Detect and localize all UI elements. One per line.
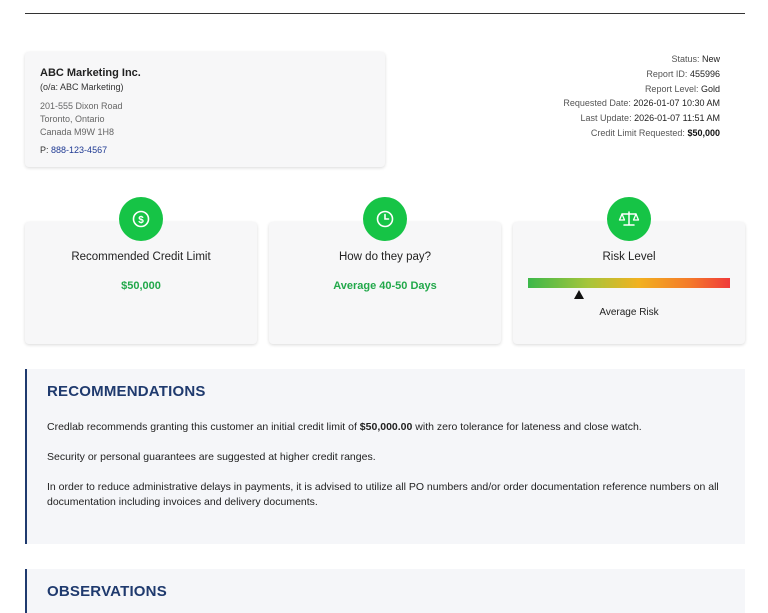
recommendation-paragraph-1: Credlab recommends granting this custome… [47,420,725,435]
scales-icon [607,197,651,241]
recommended-amount: $50,000.00 [359,421,413,433]
svg-text:$: $ [138,215,144,226]
risk-level-card: Risk Level Average Risk [513,197,745,344]
clock-icon [363,197,407,241]
recommendation-paragraph-2: Security or personal guarantees are sugg… [47,451,376,463]
risk-level-label: Average Risk [599,307,659,318]
company-card: ABC Marketing Inc. (o/a: ABC Marketing) … [25,52,385,167]
credit-limit-requested-label: Credit Limit Requested: [590,127,685,138]
address-line-1: 201-555 Dixon Road [40,101,123,111]
credit-limit-requested-value: $50,000 [687,127,720,138]
recommendation-text: Credlab recommends granting this custome… [47,421,360,433]
phone-prefix: P: [40,145,49,155]
credit-limit-requested-row: Credit Limit Requested: $50,000 [563,126,720,141]
payment-value: Average 40-50 Days [333,280,437,292]
company-operating-as: (o/a: ABC Marketing) [40,82,124,92]
address-line-2: Toronto, Ontario [40,114,105,124]
risk-gradient-bar [528,278,730,288]
company-name: ABC Marketing Inc. [40,67,141,79]
requested-date-row: Requested Date: 2026-01-07 10:30 AM [563,96,720,111]
last-update-value: 2026-01-07 11:51 AM [634,113,720,124]
report-id-label: Report ID: [646,68,688,79]
risk-title: Risk Level [602,251,656,263]
recommendation-text: with zero tolerance for lateness and clo… [412,421,642,433]
observations-section: OBSERVATIONS [25,569,745,613]
report-level-value: Gold [700,83,720,94]
status-row: Status: New [563,52,720,67]
phone-row: P: 888-123-4567 [40,145,370,155]
payment-title: How do they pay? [338,251,432,263]
status-value: New [701,54,720,64]
last-update-label: Last Update: [580,113,632,124]
phone-link[interactable]: 888-123-4567 [51,145,107,155]
requested-date-label: Requested Date: [563,98,631,109]
requested-date-value: 2026-01-07 10:30 AM [633,98,720,109]
report-id-value: 455996 [689,68,720,79]
last-update-row: Last Update: 2026-01-07 11:51 AM [563,111,720,126]
risk-marker-icon [573,290,584,299]
observations-heading: OBSERVATIONS [47,583,167,600]
recommendations-section: RECOMMENDATIONS Credlab recommends grant… [25,369,745,544]
report-level-row: Report Level: Gold [563,82,720,97]
credit-limit-value: $50,000 [121,280,161,292]
payment-behaviour-card: How do they pay? Average 40-50 Days [269,197,501,344]
status-label: Status: [671,54,700,64]
recommendation-paragraph-3: In order to reduce administrative delays… [47,481,719,508]
address-line-3: Canada M9W 1H8 [40,127,115,137]
header-divider [25,13,745,14]
report-meta: Status: New Report ID: 455996 Report Lev… [563,52,720,141]
recommendations-heading: RECOMMENDATIONS [47,383,206,400]
dollar-icon: $ [119,197,163,241]
credit-limit-title: Recommended Credit Limit [71,251,211,263]
recommended-credit-limit-card: $ Recommended Credit Limit $50,000 [25,197,257,344]
report-id-row: Report ID: 455996 [563,67,720,82]
report-level-label: Report Level: [644,83,699,94]
